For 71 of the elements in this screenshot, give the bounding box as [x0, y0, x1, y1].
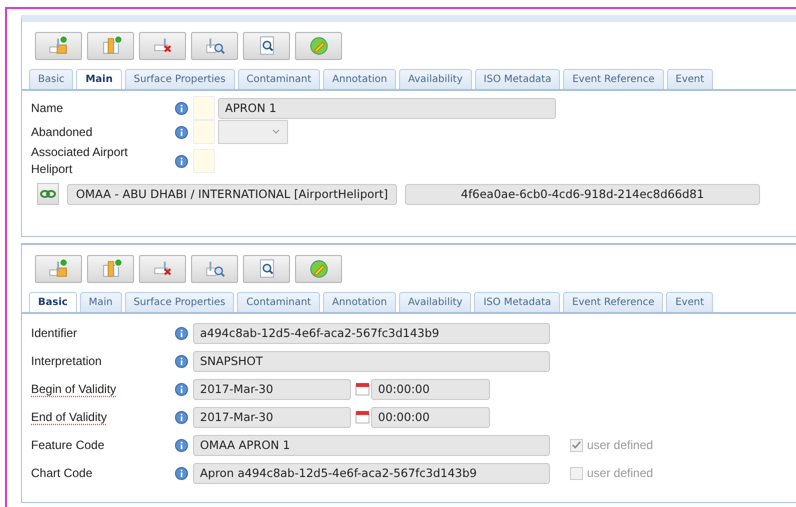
tab[interactable]: Annotation — [323, 292, 396, 312]
info-icon[interactable] — [175, 438, 188, 452]
globe-pencil-icon — [308, 258, 330, 280]
tab[interactable]: Event Reference — [563, 292, 664, 312]
info-icon[interactable] — [175, 410, 188, 424]
identifier-field[interactable]: 4f6ea0ae-6cb0-4cd6-918d-214ec8d66d81 — [405, 184, 760, 204]
date-field[interactable]: 2017-Mar-30 — [193, 378, 351, 400]
info-icon[interactable] — [175, 102, 188, 114]
tab[interactable]: Availability — [399, 69, 472, 89]
tab[interactable]: ISO Metadata — [474, 292, 560, 312]
tab[interactable]: Contaminant — [237, 292, 320, 312]
tab[interactable]: Event — [666, 292, 714, 312]
tab[interactable]: Basic — [29, 69, 74, 89]
tab[interactable]: Availability — [398, 292, 472, 312]
text-field[interactable]: SNAPSHOT — [193, 350, 550, 372]
add-row-icon — [48, 35, 70, 57]
info-icon[interactable] — [175, 354, 188, 368]
checkbox-label: user defined — [587, 466, 654, 480]
checkbox-label: user defined — [587, 438, 654, 452]
toolbar-button[interactable] — [139, 32, 186, 60]
text-field[interactable]: a494c8ab-12d5-4e6f-aca2-567fc3d143b9 — [193, 322, 550, 344]
toolbar-button[interactable] — [191, 255, 238, 283]
link-button[interactable] — [37, 183, 59, 205]
calendar-icon[interactable] — [355, 382, 370, 396]
toolbar-button[interactable] — [87, 255, 134, 283]
toolbar-button[interactable] — [35, 32, 82, 60]
text-field[interactable]: Apron a494c8ab-12d5-4e6f-aca2-567fc3d143b9 — [193, 462, 550, 484]
toolbar-button[interactable] — [87, 32, 134, 60]
text-field[interactable]: APRON 1 — [218, 98, 556, 118]
field-label: Chart Code — [31, 464, 94, 482]
field-label: End of Validity — [31, 408, 108, 426]
globe-pencil-icon — [308, 35, 330, 57]
field-label: Identifier — [31, 324, 78, 342]
toolbar-button[interactable] — [295, 32, 342, 60]
add-row-icon — [48, 258, 70, 280]
info-icon[interactable] — [175, 126, 188, 138]
tab[interactable]: Event Reference — [563, 69, 664, 89]
tab[interactable]: ISO Metadata — [474, 69, 560, 89]
date-field[interactable]: 2017-Mar-30 — [193, 406, 351, 428]
toolbar-button[interactable] — [191, 32, 238, 60]
checkbox[interactable] — [570, 466, 583, 480]
chain-link-icon — [40, 188, 56, 200]
info-icon[interactable] — [175, 382, 188, 396]
field-label: Associated Airport Heliport — [31, 144, 129, 178]
info-icon[interactable] — [175, 466, 188, 480]
tab[interactable]: Basic — [29, 292, 77, 312]
tab[interactable]: Main — [80, 292, 122, 312]
tab[interactable]: Contaminant — [238, 69, 320, 89]
field-label: Feature Code — [31, 436, 106, 454]
time-field[interactable]: 00:00:00 — [371, 378, 490, 400]
field-label: Name — [31, 100, 64, 116]
tab[interactable]: Event — [666, 69, 714, 89]
toolbar-button[interactable] — [243, 255, 290, 283]
field-label: Abandoned — [31, 124, 94, 140]
reference-field[interactable]: OMAA - ABU DHABI / INTERNATIONAL [AirportHeliport] — [67, 184, 397, 204]
tab[interactable]: Surface Properties — [124, 69, 235, 89]
toolbar-button[interactable] — [139, 255, 186, 283]
tab[interactable]: Main — [76, 69, 122, 89]
info-icon[interactable] — [175, 154, 188, 168]
calendar-icon[interactable] — [355, 410, 370, 424]
text-field[interactable]: OMAA APRON 1 — [193, 434, 550, 456]
tab[interactable]: Surface Properties — [124, 292, 234, 312]
info-icon[interactable] — [175, 326, 188, 340]
time-field[interactable]: 00:00:00 — [371, 406, 490, 428]
toolbar-button[interactable] — [243, 32, 290, 60]
field-label: Begin of Validity — [31, 380, 118, 398]
tab[interactable]: Annotation — [323, 69, 396, 89]
toolbar-button[interactable] — [295, 255, 342, 283]
checkbox[interactable] — [570, 438, 583, 452]
toolbar-button[interactable] — [35, 255, 82, 283]
field-label: Interpretation — [31, 352, 103, 370]
